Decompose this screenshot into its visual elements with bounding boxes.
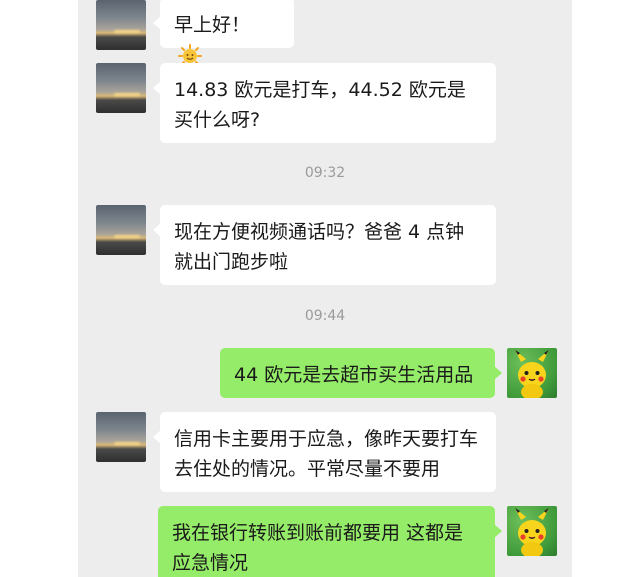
message-bubble-outgoing[interactable]: 我在银行转账到账前都要用 这都是应急情况	[158, 506, 502, 577]
pikachu-icon	[515, 508, 549, 556]
message-bubble-outgoing[interactable]: 44 欧元是去超市买生活用品	[220, 348, 502, 398]
message-text: 44 欧元是去超市买生活用品	[234, 364, 474, 386]
message-text: 14.83 欧元是打车，44.52 欧元是买什么呀?	[174, 79, 466, 131]
pikachu-icon	[515, 350, 549, 398]
message-text: 早上好！	[174, 14, 251, 36]
message-text: 信用卡主要用于应急，像昨天要打车去住处的情况。平常尽量不要用	[174, 428, 479, 480]
contact-avatar[interactable]	[96, 0, 146, 50]
my-avatar[interactable]	[507, 506, 557, 556]
contact-avatar[interactable]	[96, 412, 146, 462]
contact-avatar[interactable]	[96, 63, 146, 113]
chat-area: 早上好！ 14.83 欧元是打车，44.52 欧元是买什么呀? 09:32 现在…	[78, 0, 572, 577]
message-text: 我在银行转账到账前都要用 这都是应急情况	[172, 522, 464, 574]
message-bubble-incoming[interactable]: 早上好！	[153, 0, 294, 68]
message-bubble-incoming[interactable]: 信用卡主要用于应急，像昨天要打车去住处的情况。平常尽量不要用	[153, 412, 496, 492]
message-bubble-incoming[interactable]: 14.83 欧元是打车，44.52 欧元是买什么呀?	[153, 63, 496, 143]
contact-avatar[interactable]	[96, 205, 146, 255]
timestamp: 09:32	[304, 165, 346, 181]
my-avatar[interactable]	[507, 348, 557, 398]
message-text: 现在方便视频通话吗？爸爸 4 点钟就出门跑步啦	[174, 221, 465, 273]
message-bubble-incoming[interactable]: 现在方便视频通话吗？爸爸 4 点钟就出门跑步啦	[153, 205, 496, 285]
timestamp: 09:44	[304, 308, 346, 324]
